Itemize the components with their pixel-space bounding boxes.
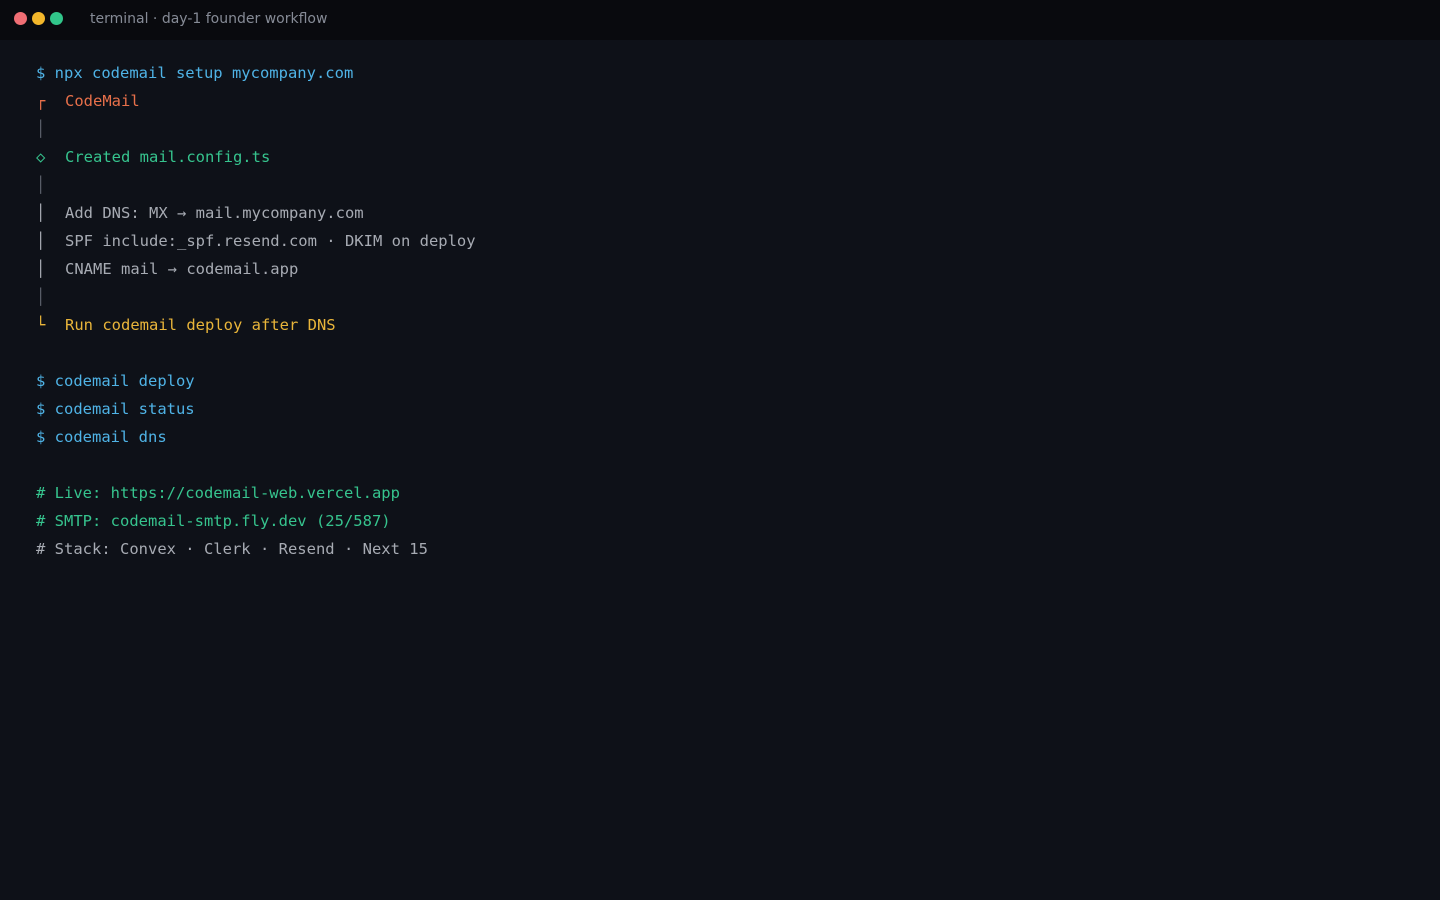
- window-title: terminal · day-1 founder workflow: [90, 11, 328, 27]
- rail-glyph: │: [36, 120, 46, 138]
- setup-command-line: $ npx codemail setup mycompany.com: [36, 64, 354, 82]
- rail-line: │: [36, 283, 476, 311]
- diamond-icon: ◇: [36, 148, 46, 166]
- brand-line: ┌ CodeMail: [36, 87, 476, 115]
- command-line: $ codemail status: [36, 400, 195, 418]
- command-line: $ codemail dns: [36, 428, 167, 446]
- terminal-output[interactable]: $ npx codemail setup mycompany.com ┌ Code…: [36, 59, 476, 563]
- rail-glyph: │: [36, 204, 46, 222]
- dns-instruction: Add DNS: MX → mail.mycompany.com: [65, 204, 364, 222]
- comment-line: # Stack: Convex · Clerk · Resend · Next …: [36, 540, 428, 558]
- dns-line: │ SPF include:_spf.resend.com · DKIM on d…: [36, 227, 476, 255]
- brand-name: CodeMail: [65, 92, 140, 110]
- rail-line: │: [36, 115, 476, 143]
- rail-glyph: │: [36, 260, 46, 278]
- title-bar: terminal · day-1 founder workflow: [0, 0, 1440, 40]
- close-window-button[interactable]: [14, 12, 27, 25]
- dns-line: │ CNAME mail → codemail.app: [36, 255, 476, 283]
- rail-glyph: │: [36, 288, 46, 306]
- comment-line: # Live: https://codemail-web.vercel.app: [36, 484, 400, 502]
- rail-glyph: │: [36, 232, 46, 250]
- next-step-message: Run codemail deploy after DNS: [65, 316, 336, 334]
- command-line: $ codemail deploy: [36, 372, 195, 390]
- rail-glyph: │: [36, 176, 46, 194]
- start-glyph: ┌: [36, 92, 46, 110]
- dns-line: │ Add DNS: MX → mail.mycompany.com: [36, 199, 476, 227]
- dns-instruction: CNAME mail → codemail.app: [65, 260, 299, 278]
- maximize-window-button[interactable]: [50, 12, 63, 25]
- rail-line: │: [36, 171, 476, 199]
- created-line: ◇ Created mail.config.ts: [36, 143, 476, 171]
- terminal-window: terminal · day-1 founder workflow $ npx …: [0, 0, 1440, 900]
- minimize-window-button[interactable]: [32, 12, 45, 25]
- dns-instruction: SPF include:_spf.resend.com · DKIM on de…: [65, 232, 476, 250]
- next-step-line: └ Run codemail deploy after DNS: [36, 311, 476, 339]
- comment-line: # SMTP: codemail-smtp.fly.dev (25/587): [36, 512, 391, 530]
- created-message: Created mail.config.ts: [65, 148, 271, 166]
- end-glyph: └: [36, 316, 46, 334]
